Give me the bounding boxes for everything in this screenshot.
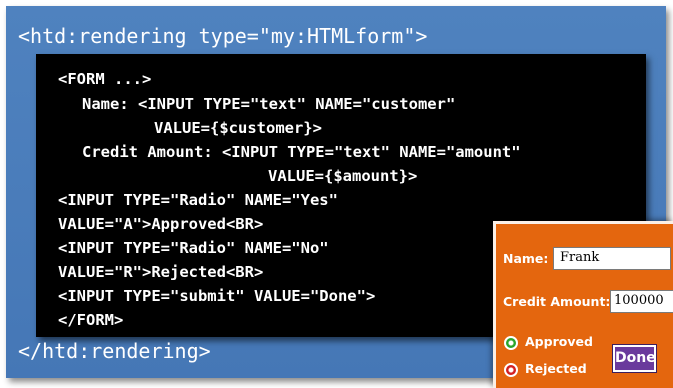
code-line: Name: <INPUT TYPE="text" NAME="customer" <box>82 95 456 113</box>
code-line: VALUE={$customer}> <box>154 119 322 137</box>
name-label: Name: <box>503 251 549 266</box>
code-line: VALUE="R">Rejected<BR> <box>58 263 264 281</box>
name-field[interactable]: Frank <box>553 247 671 270</box>
rejected-radio[interactable] <box>504 363 518 377</box>
code-line: VALUE="A">Approved<BR> <box>58 215 264 233</box>
code-line: <FORM ...> <box>58 70 152 88</box>
code-line: Credit Amount: <INPUT TYPE="text" NAME="… <box>82 143 521 161</box>
credit-amount-field[interactable]: 100000 <box>610 290 673 313</box>
rendered-form-panel: Name: Frank Credit Amount: 100000 Approv… <box>493 221 673 388</box>
approved-label: Approved <box>525 334 593 349</box>
rendering-close-tag: </htd:rendering> <box>18 339 211 363</box>
credit-amount-label: Credit Amount: <box>503 294 611 309</box>
done-button[interactable]: Done <box>612 344 657 373</box>
rendering-open-tag: <htd:rendering type="my:HTMLform"> <box>18 24 428 48</box>
code-line: VALUE={$amount}> <box>268 167 418 185</box>
code-line: <INPUT TYPE="Radio" NAME="No" <box>58 239 329 257</box>
rejected-label: Rejected <box>525 361 587 376</box>
code-line: <INPUT TYPE="Radio" NAME="Yes" <box>58 191 338 209</box>
code-line: </FORM> <box>58 311 124 329</box>
code-line: <INPUT TYPE="submit" VALUE="Done"> <box>58 287 376 305</box>
approved-radio[interactable] <box>504 336 518 350</box>
